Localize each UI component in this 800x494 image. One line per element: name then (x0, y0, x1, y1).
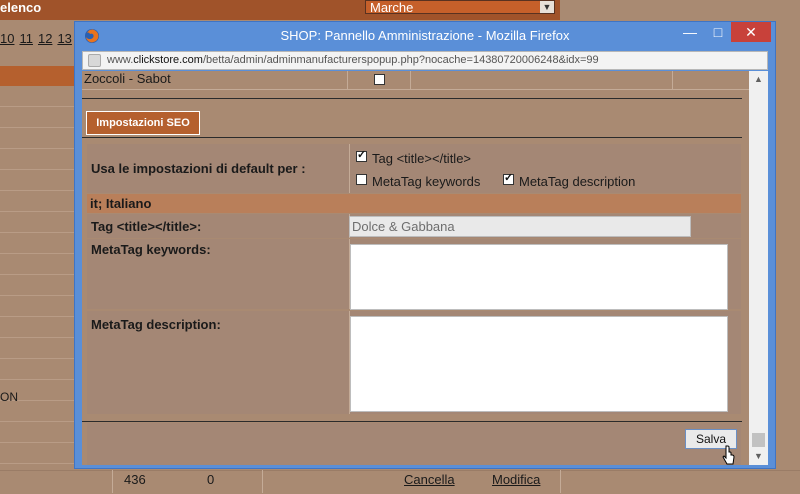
table-row (0, 338, 76, 359)
table-row (0, 107, 76, 128)
table-row (0, 275, 76, 296)
background-fragment-text: ON (0, 390, 18, 404)
meta-description-option-label: MetaTag description (519, 174, 636, 189)
cell-divider (349, 144, 350, 193)
table-row (0, 233, 76, 254)
table-row (0, 86, 76, 107)
popup-window: SHOP: Pannello Amministrazione - Mozilla… (74, 21, 776, 469)
form-footer (87, 423, 741, 465)
background-header-label: elenco (0, 0, 42, 15)
cell-divider (410, 71, 411, 89)
edit-link[interactable]: Modifica (492, 472, 540, 487)
page-link[interactable]: 11 (19, 31, 33, 46)
column-divider (560, 470, 561, 493)
meta-keywords-field-label: MetaTag keywords: (91, 242, 211, 257)
scroll-down-icon[interactable]: ▼ (749, 448, 768, 465)
cancel-link[interactable]: Cancella (404, 472, 455, 487)
table-row (0, 170, 76, 191)
divider-line (82, 137, 742, 138)
title-tag-field-label: Tag <title></title>: (91, 219, 202, 234)
language-bar: it; Italiano (87, 194, 741, 213)
title-tag-input[interactable] (349, 216, 691, 237)
minimize-button[interactable]: — (677, 22, 703, 42)
brand-select-value: Marche (370, 0, 414, 15)
category-label: Zoccoli - Sabot (84, 71, 171, 86)
meta-description-field-label: MetaTag description: (91, 317, 221, 332)
title-tag-option-label: Tag <title></title> (372, 151, 472, 166)
meta-description-textarea[interactable] (350, 316, 728, 412)
row-value: 0 (207, 472, 215, 487)
background-table-header (0, 66, 76, 86)
window-title: SHOP: Pannello Amministrazione - Mozilla… (280, 28, 570, 43)
table-row (0, 149, 76, 170)
category-row: Zoccoli - Sabot (82, 71, 749, 90)
title-tag-checkbox[interactable] (356, 148, 367, 162)
language-label: it; Italiano (90, 196, 152, 211)
url-prefix: www. (107, 54, 134, 66)
url-domain: clickstore.com (133, 54, 203, 66)
scroll-up-icon[interactable]: ▲ (749, 71, 768, 88)
meta-keywords-checkbox[interactable] (356, 174, 367, 185)
page-icon (88, 54, 101, 67)
table-row (0, 422, 76, 443)
url-text: www.clickstore.com/betta/admin/adminmanu… (107, 54, 599, 66)
page-link[interactable]: 13 (57, 31, 71, 46)
chevron-down-icon[interactable]: ▼ (540, 1, 554, 13)
table-row (0, 296, 76, 317)
pagination: 10 11 12 13 (0, 31, 72, 46)
page-link[interactable]: 12 (38, 31, 52, 46)
background-bottom-row: 436 0 Cancella Modifica (0, 470, 800, 494)
table-row (0, 254, 76, 275)
maximize-button[interactable]: □ (705, 22, 731, 42)
category-checkbox[interactable] (374, 74, 385, 85)
table-row (0, 317, 76, 338)
cell-divider (672, 71, 673, 89)
table-row (0, 359, 76, 380)
cell-divider (347, 71, 348, 89)
url-path: /betta/admin/adminmanufacturerspopup.php… (202, 54, 599, 66)
popup-content: Zoccoli - Sabot Impostazioni SEO Usa le … (82, 71, 749, 465)
table-row (0, 191, 76, 212)
scrollbar-thumb[interactable] (752, 433, 765, 447)
row-count: 436 (124, 472, 146, 487)
window-titlebar[interactable]: SHOP: Pannello Amministrazione - Mozilla… (75, 22, 775, 50)
meta-keywords-option-label: MetaTag keywords (372, 174, 481, 189)
defaults-label: Usa le impostazioni di default per : (91, 161, 306, 176)
meta-description-checkbox[interactable] (503, 171, 514, 185)
divider-line (82, 98, 742, 99)
meta-keywords-textarea[interactable] (350, 244, 728, 310)
close-button[interactable]: ✕ (731, 22, 771, 42)
divider-line (82, 421, 742, 422)
mouse-cursor-icon (722, 445, 735, 465)
table-row (0, 128, 76, 149)
table-row (0, 212, 76, 233)
column-divider (262, 470, 263, 493)
table-row (0, 443, 76, 464)
column-divider (112, 470, 113, 493)
address-bar[interactable]: www.clickstore.com/betta/admin/adminmanu… (82, 51, 768, 70)
page-link[interactable]: 10 (0, 31, 14, 46)
table-row (0, 401, 76, 422)
vertical-scrollbar[interactable]: ▲ ▼ (749, 71, 768, 465)
seo-settings-tab[interactable]: Impostazioni SEO (86, 111, 200, 135)
background-table-rows (0, 86, 76, 464)
brand-select[interactable]: Marche ▼ (365, 0, 555, 15)
